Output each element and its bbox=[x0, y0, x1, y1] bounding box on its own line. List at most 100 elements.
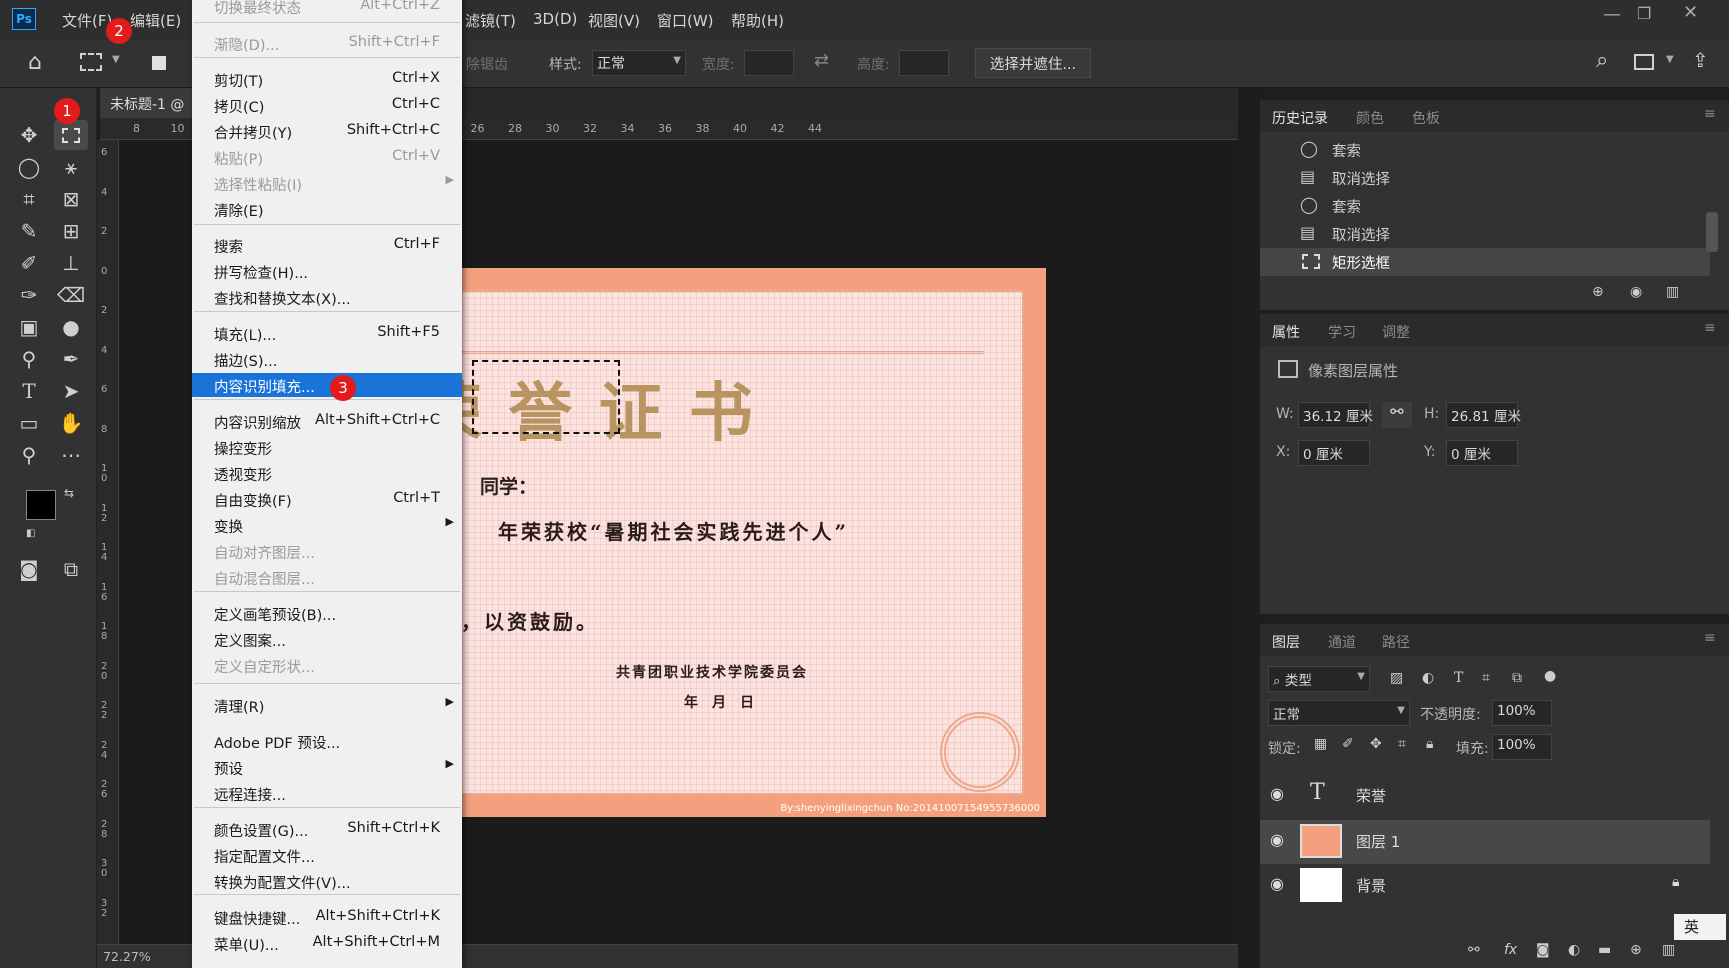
history-scrollbar[interactable] bbox=[1706, 212, 1718, 252]
tab-channels[interactable]: 通道 bbox=[1328, 632, 1356, 652]
height-input[interactable] bbox=[899, 50, 949, 76]
filter-smart-object-icon[interactable]: ⧉ bbox=[1512, 670, 1522, 686]
layer-row[interactable]: ◉ T 荣誉 bbox=[1260, 774, 1710, 818]
trash-icon[interactable]: ▥ bbox=[1666, 284, 1679, 300]
panel-menu-icon[interactable]: ≡ bbox=[1704, 106, 1716, 122]
menu-edit[interactable]: 编辑(E) bbox=[130, 10, 181, 31]
eye-icon[interactable]: ◉ bbox=[1270, 874, 1284, 893]
lock-paint-icon[interactable]: ✐ bbox=[1342, 736, 1354, 752]
trash-icon[interactable]: ▥ bbox=[1662, 942, 1675, 958]
new-layer-icon[interactable]: ⊕ bbox=[1630, 942, 1642, 958]
menu-help[interactable]: 帮助(H) bbox=[731, 10, 784, 31]
frame-tool-icon[interactable]: ⊠ bbox=[54, 184, 88, 214]
edit-menu-item[interactable]: 合并拷贝(Y) Shift+Ctrl+C bbox=[192, 119, 462, 143]
layer-row[interactable]: ◉ 图层 1 bbox=[1260, 820, 1710, 864]
share-icon[interactable]: ⇪ bbox=[1692, 48, 1709, 72]
move-tool-icon[interactable]: ✥ bbox=[12, 120, 46, 150]
more-tools-icon[interactable]: ⋯ bbox=[54, 440, 88, 470]
camera-icon[interactable]: ◉ bbox=[1630, 284, 1642, 300]
lock-all-icon[interactable]: 🔒︎ bbox=[1426, 736, 1433, 752]
link-icon[interactable]: ⚯ bbox=[1382, 402, 1412, 428]
edit-menu-item[interactable]: 自由变换(F) Ctrl+T bbox=[192, 487, 462, 511]
edit-menu-item[interactable]: 键盘快捷键... Alt+Shift+Ctrl+K bbox=[192, 905, 462, 929]
edit-menu-item[interactable]: 拷贝(C) Ctrl+C bbox=[192, 93, 462, 117]
history-brush-tool-icon[interactable]: ✑ bbox=[12, 280, 46, 310]
zoom-tool-icon[interactable]: ⚲ bbox=[12, 440, 46, 470]
edit-menu-item[interactable]: 透视变形 bbox=[192, 461, 462, 485]
zoom-level[interactable]: 72.27% bbox=[103, 949, 151, 964]
edit-menu-item[interactable]: 填充(L)... Shift+F5 bbox=[192, 321, 462, 345]
history-item[interactable]: 矩形选框 bbox=[1260, 248, 1710, 276]
edit-menu-item[interactable]: 剪切(T) Ctrl+X bbox=[192, 67, 462, 91]
select-and-mask-button[interactable]: 选择并遮住... bbox=[975, 48, 1091, 78]
blur-tool-icon[interactable]: ● bbox=[54, 312, 88, 342]
tab-history[interactable]: 历史记录 bbox=[1272, 108, 1328, 128]
edit-menu-item[interactable]: 远程连接... bbox=[192, 781, 462, 805]
pen-tool-icon[interactable]: ✒ bbox=[54, 344, 88, 374]
history-item[interactable]: ▤ 取消选择 bbox=[1260, 164, 1710, 192]
opacity-field[interactable]: 100% bbox=[1492, 700, 1552, 726]
menu-3d[interactable]: 3D(D) bbox=[533, 10, 577, 28]
crop-tool-icon[interactable]: ⌗ bbox=[12, 184, 46, 214]
link-layers-icon[interactable]: ⚯ bbox=[1468, 942, 1480, 958]
document-tab[interactable]: 未标题-1 @ bbox=[100, 88, 192, 118]
tab-color[interactable]: 颜色 bbox=[1356, 108, 1384, 128]
marquee-preset-icon[interactable] bbox=[80, 53, 102, 71]
blend-mode-select[interactable]: 正常 ▼ bbox=[1268, 700, 1410, 726]
lasso-tool-icon[interactable]: ◯ bbox=[12, 152, 46, 182]
tab-properties[interactable]: 属性 bbox=[1272, 322, 1300, 342]
restore-icon[interactable]: ❐ bbox=[1637, 4, 1651, 23]
filter-pixel-icon[interactable]: ▨ bbox=[1390, 670, 1403, 686]
edit-menu-item[interactable]: 查找和替换文本(X)... bbox=[192, 285, 462, 309]
tab-adjustments[interactable]: 调整 bbox=[1382, 322, 1410, 342]
magic-wand-tool-icon[interactable]: ⚹ bbox=[54, 152, 88, 182]
hand-tool-icon[interactable]: ✋ bbox=[54, 408, 88, 438]
fx-icon[interactable]: fx bbox=[1504, 942, 1517, 958]
search-icon[interactable]: ⌕ bbox=[1596, 48, 1608, 73]
close-icon[interactable]: ✕ bbox=[1683, 2, 1698, 23]
height-field[interactable]: 26.81 厘米 bbox=[1446, 402, 1521, 428]
minimize-icon[interactable]: — bbox=[1603, 4, 1621, 25]
filter-shape-icon[interactable]: ⌗ bbox=[1482, 670, 1490, 686]
tab-layers[interactable]: 图层 bbox=[1272, 632, 1300, 652]
type-tool-icon[interactable]: T bbox=[12, 376, 46, 406]
edit-menu-item[interactable]: 内容识别填充... bbox=[192, 373, 462, 397]
rect-marquee-tool-icon[interactable] bbox=[54, 120, 88, 150]
filter-toggle-icon[interactable]: ● bbox=[1544, 668, 1556, 684]
layer-filter-select[interactable]: ⌕ 类型 ▼ bbox=[1268, 666, 1370, 692]
edit-menu-item[interactable]: 定义画笔预设(B)... bbox=[192, 601, 462, 625]
gradient-tool-icon[interactable]: ▣ bbox=[12, 312, 46, 342]
lock-position-icon[interactable]: ✥ bbox=[1370, 736, 1382, 752]
default-colors-icon[interactable]: ◧ bbox=[26, 528, 35, 539]
swap-colors-icon[interactable]: ⇆ bbox=[64, 486, 74, 500]
style-select[interactable]: 正常 ▼ bbox=[592, 50, 686, 76]
layer-row[interactable]: ◉ 背景 🔒︎ bbox=[1260, 864, 1710, 908]
edit-menu-item[interactable]: 操控变形 bbox=[192, 435, 462, 459]
workspace-icon[interactable] bbox=[1634, 54, 1654, 70]
edit-menu-item[interactable]: 描边(S)... bbox=[192, 347, 462, 371]
history-item[interactable]: ◯ 套索 bbox=[1260, 192, 1710, 220]
add-mask-icon[interactable]: ◙ bbox=[1536, 942, 1550, 958]
eye-icon[interactable]: ◉ bbox=[1270, 784, 1284, 803]
fill-field[interactable]: 100% bbox=[1492, 734, 1552, 760]
new-selection-icon[interactable] bbox=[152, 56, 166, 70]
eye-icon[interactable]: ◉ bbox=[1270, 830, 1284, 849]
edit-menu-item[interactable]: 菜单(U)... Alt+Shift+Ctrl+M bbox=[192, 931, 462, 955]
edit-menu-item[interactable]: 清理(R) ▶ bbox=[192, 693, 462, 717]
edit-menu-item[interactable]: 变换 ▶ bbox=[192, 513, 462, 537]
filter-adjustment-icon[interactable]: ◐ bbox=[1422, 670, 1434, 686]
edit-menu-item[interactable]: 定义图案... bbox=[192, 627, 462, 651]
edit-menu-item[interactable]: 指定配置文件... bbox=[192, 843, 462, 867]
eyedropper-tool-icon[interactable]: ✎ bbox=[12, 216, 46, 246]
edit-menu-item[interactable]: 搜索 Ctrl+F bbox=[192, 233, 462, 257]
history-item[interactable]: ▤ 取消选择 bbox=[1260, 220, 1710, 248]
edit-menu-item[interactable]: 颜色设置(G)... Shift+Ctrl+K bbox=[192, 817, 462, 841]
adjustment-layer-icon[interactable]: ◐ bbox=[1568, 942, 1580, 958]
dodge-tool-icon[interactable]: ⚲ bbox=[12, 344, 46, 374]
menu-file[interactable]: 文件(F) bbox=[62, 10, 112, 31]
tab-swatches[interactable]: 色板 bbox=[1412, 108, 1440, 128]
home-icon[interactable]: ⌂ bbox=[28, 50, 42, 75]
stamp-tool-icon[interactable]: ⊥ bbox=[54, 248, 88, 278]
menu-filter[interactable]: 滤镜(T) bbox=[465, 10, 516, 31]
new-document-from-state-icon[interactable]: ⊕ bbox=[1592, 284, 1604, 300]
